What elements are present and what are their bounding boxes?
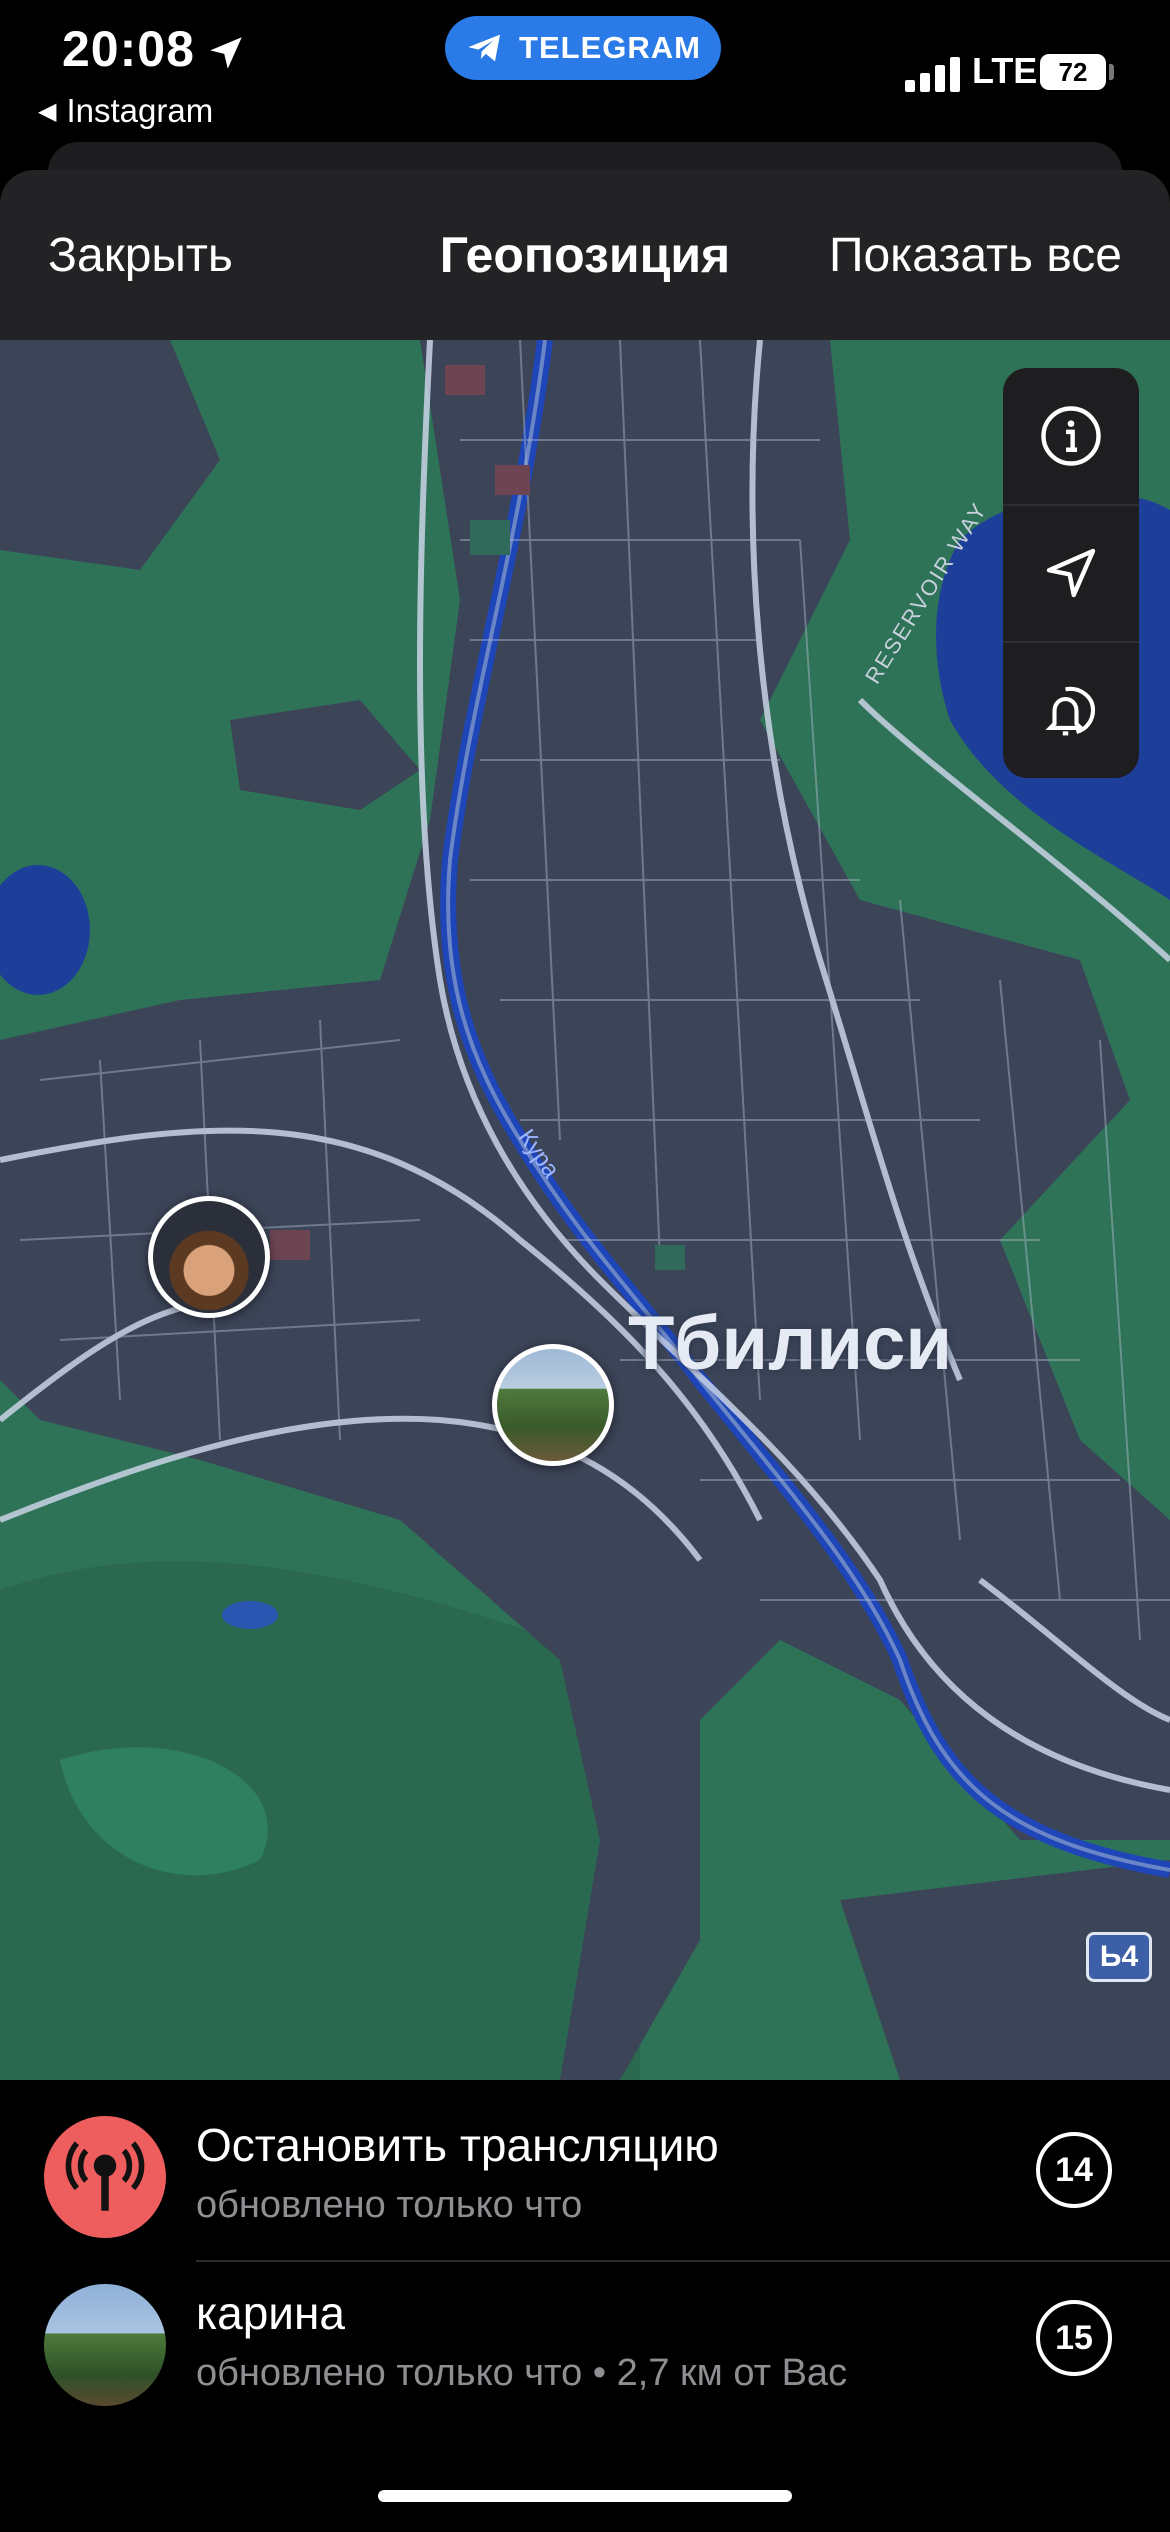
karina-location-pin[interactable]: [492, 1344, 614, 1466]
stop-broadcast-avatar: [44, 2116, 166, 2238]
location-header: Закрыть Геопозиция Показать все: [0, 170, 1170, 340]
back-to-app-button[interactable]: ◀ Instagram: [38, 92, 213, 130]
avatar: [44, 2284, 166, 2406]
telegram-pill[interactable]: TELEGRAM: [445, 16, 721, 80]
live-broadcast-icon: [65, 2141, 145, 2211]
proximity-alert-button[interactable]: [1003, 642, 1139, 778]
home-indicator: [378, 2490, 792, 2502]
road-shield: Ь4: [1086, 1932, 1152, 1982]
contact-timer: 15: [1036, 2300, 1112, 2376]
info-button[interactable]: [1003, 368, 1139, 504]
battery-icon: 72: [1040, 54, 1106, 90]
battery-tip: [1109, 64, 1114, 80]
info-icon: [1041, 406, 1101, 466]
location-services-icon: [210, 37, 242, 69]
status-bar: 20:08 ◀ Instagram TELEGRAM LTE 72: [0, 0, 1170, 150]
stop-sharing-row[interactable]: Остановить трансляцию обновлено только ч…: [0, 2080, 1170, 2262]
battery-level: 72: [1058, 56, 1088, 87]
contact-row-karina[interactable]: карина обновлено только что • 2,7 км от …: [0, 2248, 1170, 2408]
location-arrow-icon: [1046, 548, 1096, 598]
signal-icon: [905, 56, 961, 92]
telegram-icon: [468, 34, 501, 62]
back-triangle-icon: ◀: [38, 98, 57, 125]
map-view[interactable]: RESERVOIR WAY Кура Тбилиси Ь4: [0, 340, 1170, 2080]
pill-label: TELEGRAM: [519, 30, 701, 65]
live-location-list: Остановить трансляцию обновлено только ч…: [0, 2080, 1170, 2532]
stop-sharing-label: Остановить трансляцию: [196, 2119, 719, 2171]
map-controls: [1003, 368, 1139, 778]
back-app-label: Instagram: [66, 92, 214, 129]
status-time: 20:08: [62, 21, 195, 77]
network-type: LTE: [972, 50, 1038, 91]
city-label: Тбилиси: [628, 1301, 953, 1386]
stop-sharing-status: обновлено только что: [196, 2184, 583, 2226]
contact-name: карина: [196, 2287, 345, 2339]
notify-proximity-icon: [1045, 686, 1096, 736]
stop-sharing-timer: 14: [1036, 2132, 1112, 2208]
contact-status: обновлено только что • 2,7 км от Вас: [196, 2352, 848, 2394]
user-location-pin[interactable]: [148, 1196, 270, 1318]
show-all-button[interactable]: Показать все: [829, 228, 1122, 283]
my-location-button[interactable]: [1003, 505, 1139, 641]
